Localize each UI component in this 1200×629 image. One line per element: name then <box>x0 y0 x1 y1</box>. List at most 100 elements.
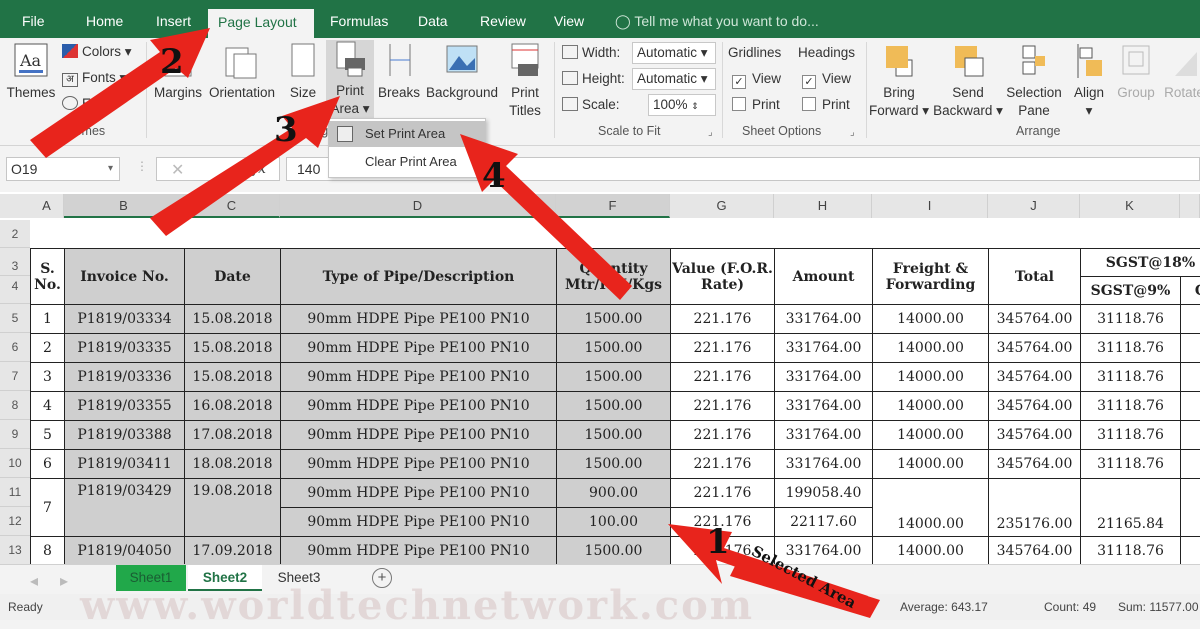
colors-button[interactable]: Colors ▾ <box>62 43 132 61</box>
selection-pane-button[interactable]: Selection Pane <box>1004 42 1064 120</box>
table-cell-sno[interactable]: 3 <box>30 362 65 392</box>
table-cell[interactable] <box>1180 333 1200 363</box>
table-cell-type[interactable]: 90mm HDPE Pipe PE100 PN10 <box>280 304 557 334</box>
table-cell-date[interactable]: 19.08.2018 <box>184 478 281 537</box>
breaks-button[interactable]: Breaks <box>376 42 422 102</box>
tab-data[interactable]: Data <box>408 8 458 38</box>
headings-print-checkbox[interactable]: Print <box>802 96 850 114</box>
group-button[interactable]: Group <box>1114 42 1158 102</box>
header-sgst-group[interactable]: SGST@18% <box>1080 248 1200 277</box>
name-box[interactable]: O19 ▾ <box>6 157 120 181</box>
table-cell-type[interactable]: 90mm HDPE Pipe PE100 PN10 <box>280 362 557 392</box>
table-cell-type[interactable]: 90mm HDPE Pipe PE100 PN10 <box>280 333 557 363</box>
tab-formulas[interactable]: Formulas <box>320 8 398 38</box>
table-cell-sno[interactable]: 8 <box>30 536 65 564</box>
table-cell-freight[interactable]: 14000.00 <box>872 478 989 537</box>
table-cell-qty[interactable]: 1500.00 <box>556 362 671 392</box>
table-cell[interactable] <box>1180 478 1200 537</box>
table-cell-total[interactable]: 235176.00 <box>988 478 1081 537</box>
tab-review[interactable]: Review <box>470 8 536 38</box>
table-cell[interactable] <box>1180 536 1200 564</box>
table-cell-sno[interactable]: 2 <box>30 333 65 363</box>
table-cell-qty[interactable]: 1500.00 <box>556 536 671 564</box>
header-type[interactable]: Type of Pipe/Description <box>280 248 557 305</box>
table-cell-sgst[interactable]: 31118.76 <box>1080 536 1181 564</box>
table-cell-invoice[interactable]: P1819/03355 <box>64 391 185 421</box>
orientation-button[interactable]: Orientation <box>206 42 278 102</box>
table-cell-value[interactable]: 221.176 <box>670 362 775 392</box>
header-cgst[interactable]: C <box>1180 276 1200 305</box>
table-cell-freight[interactable]: 14000.00 <box>872 333 989 363</box>
column-header-g[interactable]: G <box>670 194 774 218</box>
header-invoice[interactable]: Invoice No. <box>64 248 185 305</box>
table-cell-total[interactable]: 345764.00 <box>988 536 1081 564</box>
table-cell-qty[interactable]: 1500.00 <box>556 391 671 421</box>
table-cell-amount[interactable]: 331764.00 <box>774 449 873 479</box>
table-cell-invoice[interactable]: P1819/03335 <box>64 333 185 363</box>
table-cell-invoice[interactable]: P1819/03334 <box>64 304 185 334</box>
select-all-corner[interactable] <box>0 194 30 218</box>
table-cell-total[interactable]: 345764.00 <box>988 420 1081 450</box>
table-cell-sgst[interactable]: 31118.76 <box>1080 362 1181 392</box>
insert-function-icon[interactable]: fx <box>253 161 266 177</box>
table-cell-value[interactable]: 221.176 <box>670 478 775 508</box>
table-cell-date[interactable]: 15.08.2018 <box>184 333 281 363</box>
table-cell-freight[interactable]: 14000.00 <box>872 362 989 392</box>
gridlines-print-checkbox[interactable]: Print <box>732 96 780 114</box>
table-cell[interactable] <box>1180 420 1200 450</box>
table-cell[interactable] <box>1180 362 1200 392</box>
table-cell-qty[interactable]: 1500.00 <box>556 449 671 479</box>
row-header[interactable]: 13 <box>0 536 30 564</box>
table-cell-date[interactable]: 17.08.2018 <box>184 420 281 450</box>
table-cell-amount[interactable]: 331764.00 <box>774 420 873 450</box>
table-cell-date[interactable]: 16.08.2018 <box>184 391 281 421</box>
table-cell[interactable] <box>1180 449 1200 479</box>
row-header[interactable]: 10 <box>0 449 30 478</box>
column-header-k[interactable]: K <box>1080 194 1180 218</box>
table-cell-total[interactable]: 345764.00 <box>988 333 1081 363</box>
table-cell-qty[interactable]: 100.00 <box>556 507 671 537</box>
set-print-area-menu-item[interactable]: Set Print Area <box>329 121 485 147</box>
table-cell-amount[interactable]: 331764.00 <box>774 304 873 334</box>
column-header-j[interactable]: J <box>988 194 1080 218</box>
align-button[interactable]: Align ▾ <box>1068 42 1110 120</box>
table-cell-sno[interactable]: 1 <box>30 304 65 334</box>
print-area-button[interactable]: Print Area ▾ <box>326 40 374 120</box>
table-cell-sno[interactable]: 4 <box>30 391 65 421</box>
table-cell-type[interactable]: 90mm HDPE Pipe PE100 PN10 <box>280 507 557 537</box>
table-cell-invoice[interactable]: P1819/03388 <box>64 420 185 450</box>
row-header[interactable]: 8 <box>0 391 30 420</box>
scale-spinner[interactable]: 100% ⇕ <box>648 94 716 116</box>
table-cell-sgst[interactable]: 21165.84 <box>1080 478 1181 537</box>
table-cell-amount[interactable]: 331764.00 <box>774 362 873 392</box>
table-cell[interactable] <box>1180 391 1200 421</box>
tab-page-layout[interactable]: Page Layout <box>208 9 314 39</box>
print-titles-button[interactable]: Print Titles <box>504 42 546 120</box>
row-header[interactable]: 6 <box>0 333 30 362</box>
table-cell-value[interactable]: 221.176 <box>670 420 775 450</box>
table-cell-amount[interactable]: 331764.00 <box>774 391 873 421</box>
tell-me-search[interactable]: ◯ Tell me what you want to do... <box>615 8 819 34</box>
table-cell-date[interactable]: 17.09.2018 <box>184 536 281 564</box>
column-header-i[interactable]: I <box>872 194 988 218</box>
scroll-left-icon[interactable]: ◂ <box>30 571 38 591</box>
fonts-button[interactable]: अ Fonts ▾ <box>62 69 126 87</box>
table-cell-sno[interactable]: 5 <box>30 420 65 450</box>
table-cell-amount[interactable]: 22117.60 <box>774 507 873 537</box>
table-cell-type[interactable]: 90mm HDPE Pipe PE100 PN10 <box>280 391 557 421</box>
tab-file[interactable]: File <box>12 8 55 38</box>
table-cell-amount[interactable]: 331764.00 <box>774 333 873 363</box>
table-cell-sgst[interactable]: 31118.76 <box>1080 449 1181 479</box>
table-cell-total[interactable]: 345764.00 <box>988 449 1081 479</box>
table-cell-qty[interactable]: 900.00 <box>556 478 671 508</box>
send-backward-button[interactable]: Send Backward ▾ <box>932 42 1004 120</box>
worksheet-grid[interactable]: A B C D F G H I J K 2 3 4 S. No. Invoice … <box>0 192 1200 564</box>
width-dropdown[interactable]: Automatic ▾ <box>632 42 716 64</box>
row-header[interactable]: 9 <box>0 420 30 449</box>
table-cell-invoice[interactable]: P1819/03411 <box>64 449 185 479</box>
table-cell-qty[interactable]: 1500.00 <box>556 304 671 334</box>
header-freight[interactable]: Freight & Forwarding <box>872 248 989 305</box>
header-amount[interactable]: Amount <box>774 248 873 305</box>
table-cell-value[interactable]: 221.176 <box>670 304 775 334</box>
table-cell[interactable] <box>1180 304 1200 334</box>
